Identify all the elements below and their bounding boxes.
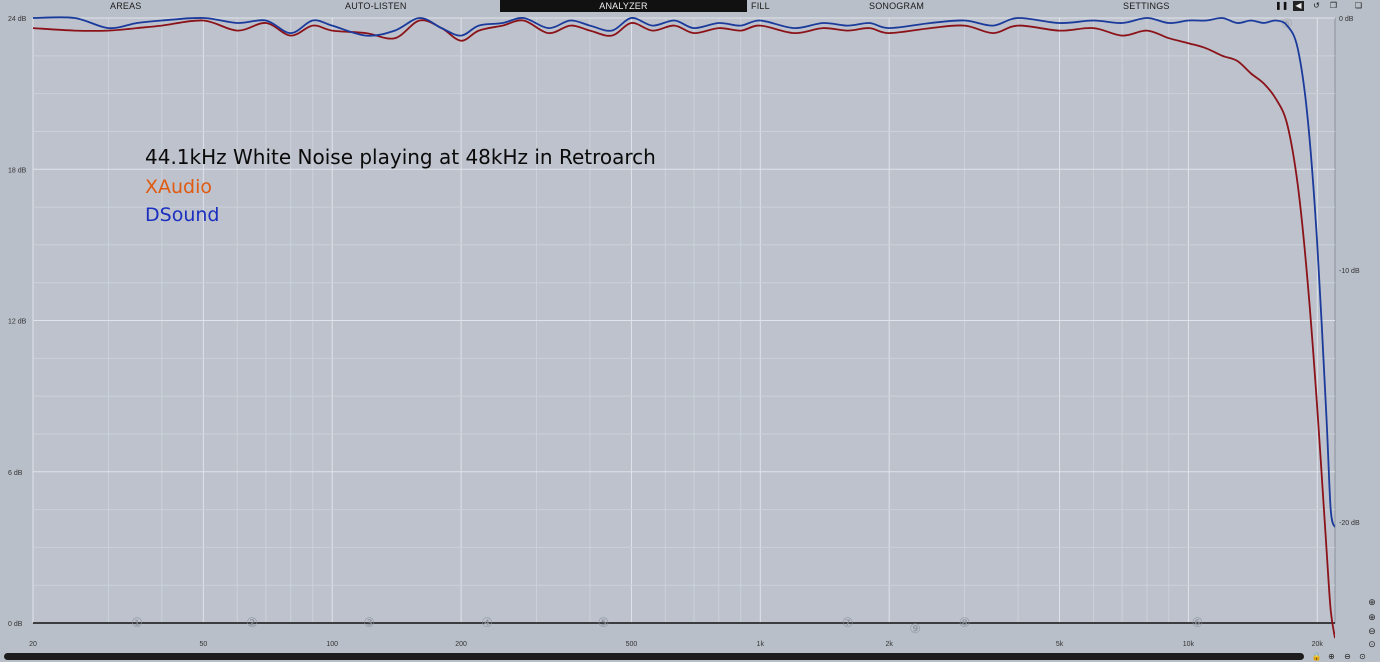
- y-tick-label-right: -20 dB: [1339, 520, 1360, 527]
- x-tick-label: 20k: [1312, 641, 1324, 648]
- y-tick-label-right: 0 dB: [1339, 16, 1354, 23]
- band-marker: ⑧: [959, 616, 971, 631]
- x-tick-label: 50: [199, 641, 207, 648]
- zoom-fit-icon[interactable]: ⊕: [1366, 596, 1378, 608]
- zoom-out-icon[interactable]: ⊖: [1366, 625, 1378, 637]
- x-tick-label: 20: [29, 641, 37, 648]
- y-tick-label-left: 18 dB: [8, 167, 27, 174]
- band-marker: ⑨: [909, 622, 921, 637]
- x-tick-label: 100: [326, 641, 338, 648]
- y-tick-label-right: -10 dB: [1339, 268, 1360, 275]
- zoom-out-bottom-icon[interactable]: ⊖: [1342, 651, 1353, 662]
- band-marker: ②: [246, 616, 258, 631]
- spectrum-chart: 0 dB 6 dB 12 dB 18 dB 24 dB 0 dB -10 dB -20 dB 2…: [8, 16, 1360, 648]
- y-tick-label-left: 6 dB: [8, 470, 23, 477]
- y-tick-label-left: 12 dB: [8, 319, 27, 326]
- band-marker: ⑥: [1192, 616, 1204, 631]
- y-tick-label-left: 24 dB: [8, 16, 27, 23]
- x-tick-label: 10k: [1183, 641, 1195, 648]
- band-marker: ①: [131, 616, 143, 631]
- zoom-in-bottom-icon[interactable]: ⊕: [1326, 651, 1337, 662]
- legend-xaudio: XAudio: [145, 176, 213, 198]
- legend-dsound: DSound: [145, 204, 220, 226]
- y-tick-label-left: 0 dB: [8, 621, 23, 628]
- x-tick-label: 200: [455, 641, 467, 648]
- zoom-fit-bottom-icon[interactable]: ⊙: [1357, 651, 1368, 662]
- x-tick-label: 500: [626, 641, 638, 648]
- zoom-in-icon[interactable]: ⊕: [1366, 611, 1378, 623]
- x-tick-label: 2k: [885, 641, 893, 648]
- chart-annotation-title: 44.1kHz White Noise playing at 48kHz in …: [145, 145, 656, 169]
- x-tick-label: 1k: [757, 641, 765, 648]
- zoom-reset-icon[interactable]: ⊙: [1366, 638, 1378, 650]
- bottom-scrollbar-area: 🔒 ⊕ ⊖ ⊙: [0, 651, 1380, 662]
- band-marker: ④: [481, 616, 493, 631]
- band-marker: ③: [363, 616, 375, 631]
- band-marker: ⑤: [598, 616, 610, 631]
- band-marker: ⑦: [842, 616, 854, 631]
- lock-icon[interactable]: 🔒: [1311, 651, 1322, 662]
- horizontal-scrollbar[interactable]: [4, 653, 1304, 660]
- x-tick-label: 5k: [1056, 641, 1064, 648]
